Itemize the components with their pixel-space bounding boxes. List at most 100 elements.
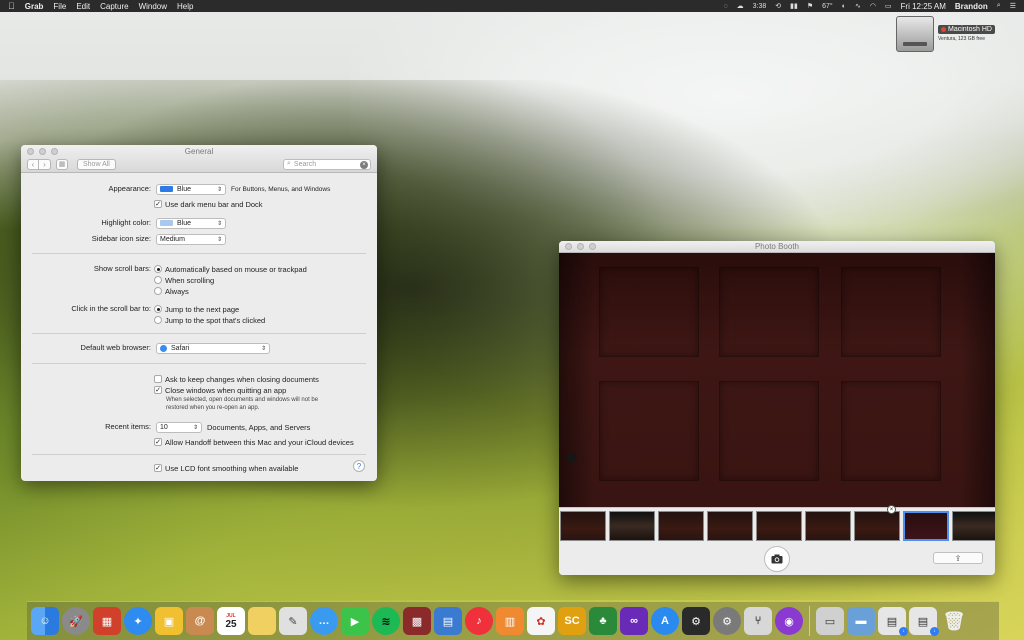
- textedit-icon[interactable]: ✎: [279, 607, 307, 635]
- click-spot-radio[interactable]: [154, 316, 162, 324]
- desktop-disk[interactable]: Macintosh HD Ventura, 123 GB free: [896, 16, 1018, 56]
- messages-icon[interactable]: …: [310, 607, 338, 635]
- menu-edit[interactable]: Edit: [76, 2, 90, 11]
- facetime-icon[interactable]: ▶: [341, 607, 369, 635]
- lcd-row[interactable]: ✓ Use LCD font smoothing when available: [154, 462, 298, 474]
- appearance-popup[interactable]: Blue ⇕: [156, 183, 226, 195]
- photo-thumbnail[interactable]: [952, 511, 995, 541]
- clear-search-icon[interactable]: ×: [360, 160, 368, 169]
- wifi-icon[interactable]: ◠: [870, 2, 876, 10]
- click-spot-row[interactable]: Jump to the spot that's clicked: [154, 314, 265, 326]
- photo-thumbnail[interactable]: [560, 511, 606, 541]
- photo-thumbnail[interactable]: [707, 511, 753, 541]
- downloads-stack-icon[interactable]: ▤ ↓: [909, 607, 939, 636]
- spotify-icon[interactable]: ≋: [372, 607, 400, 635]
- titlebar: Photo Booth: [559, 241, 995, 253]
- status-cloud-icon[interactable]: ☁: [737, 2, 744, 10]
- scroll-when-radio[interactable]: [154, 276, 162, 284]
- steam-icon[interactable]: ⚙: [682, 607, 710, 635]
- forward-button[interactable]: ›: [39, 158, 51, 170]
- back-button[interactable]: ‹: [27, 158, 39, 170]
- evernote-icon[interactable]: ♣: [589, 607, 617, 635]
- calendar-icon[interactable]: JUL 25: [217, 607, 245, 635]
- photo-booth-icon[interactable]: ▩: [403, 607, 431, 635]
- preview-icon[interactable]: ▣: [155, 607, 183, 635]
- menu-capture[interactable]: Capture: [100, 2, 128, 11]
- delete-thumbnail-icon[interactable]: ×: [887, 505, 896, 514]
- search-input[interactable]: ⌕ Search ×: [283, 158, 371, 170]
- photo-thumbnail[interactable]: [756, 511, 802, 541]
- status-gauge-icon[interactable]: ◐: [842, 3, 846, 10]
- status-flag-icon[interactable]: ⚑: [807, 2, 813, 10]
- status-wave-icon[interactable]: ∿: [855, 2, 861, 10]
- take-photo-button[interactable]: [764, 546, 790, 572]
- general-preferences-window: General ‹ › ▦ Show All ⌕ Search × Appear…: [21, 145, 377, 481]
- scroll-when-label: When scrolling: [165, 275, 215, 285]
- battery-icon[interactable]: ▭: [885, 2, 892, 10]
- help-button[interactable]: ?: [353, 460, 365, 472]
- close-windows-row[interactable]: ✓ Close windows when quitting an app: [154, 384, 286, 396]
- menu-file[interactable]: File: [53, 2, 66, 11]
- trash-icon[interactable]: 🗑: [940, 607, 968, 635]
- scroll-always-row[interactable]: Always: [154, 285, 189, 297]
- close-windows-checkbox[interactable]: ✓: [154, 386, 162, 394]
- handoff-row[interactable]: ✓ Allow Handoff between this Mac and you…: [154, 436, 354, 448]
- menu-user[interactable]: Brandon: [955, 2, 988, 11]
- books-icon[interactable]: ▥: [496, 607, 524, 635]
- mission-control-icon[interactable]: ▦: [93, 607, 121, 635]
- photo-thumbnail-selected[interactable]: [903, 511, 949, 541]
- scroll-always-radio[interactable]: [154, 287, 162, 295]
- dark-menu-row[interactable]: ✓ Use dark menu bar and Dock: [154, 198, 263, 210]
- browser-popup[interactable]: Safari ⇕: [156, 342, 270, 354]
- photo-thumbnail[interactable]: [854, 511, 900, 541]
- menu-window[interactable]: Window: [139, 2, 167, 11]
- system-preferences-icon[interactable]: ⚙: [713, 607, 741, 635]
- menu-clock[interactable]: Fri 12:25 AM: [901, 2, 946, 11]
- menu-help[interactable]: Help: [177, 2, 193, 11]
- show-all-button[interactable]: Show All: [77, 158, 116, 170]
- notification-center-icon[interactable]: ☰: [1010, 2, 1016, 10]
- lcd-checkbox[interactable]: ✓: [154, 464, 162, 472]
- notes-icon[interactable]: [248, 607, 276, 635]
- apple-menu-icon[interactable]: : [8, 1, 15, 11]
- photo-thumbnail[interactable]: [805, 511, 851, 541]
- app-store-icon[interactable]: A: [651, 607, 679, 635]
- contacts-icon[interactable]: @: [186, 607, 214, 635]
- status-battery-time[interactable]: 3:38: [753, 3, 767, 10]
- door-knob: [567, 453, 577, 463]
- status-circle-icon[interactable]: ◌: [723, 3, 727, 10]
- dark-menu-checkbox[interactable]: ✓: [154, 200, 162, 208]
- handoff-checkbox[interactable]: ✓: [154, 438, 162, 446]
- ask-changes-checkbox[interactable]: [154, 375, 162, 383]
- status-bars-icon[interactable]: ▮▮: [790, 2, 798, 10]
- time-machine-icon[interactable]: ⟲: [775, 2, 781, 10]
- menu-app-name[interactable]: Grab: [25, 2, 44, 11]
- photo-thumbnail[interactable]: [609, 511, 655, 541]
- music-icon[interactable]: ♪: [465, 607, 493, 635]
- document-stack-icon[interactable]: ▤ ↓: [878, 607, 908, 636]
- safari-icon[interactable]: ✦: [124, 607, 152, 635]
- spotlight-icon[interactable]: ⌕: [997, 2, 1001, 10]
- preview-2-icon[interactable]: ▤: [434, 607, 462, 635]
- podcasts-icon[interactable]: ◉: [775, 607, 803, 635]
- close-windows-note: When selected, open documents and window…: [166, 396, 318, 412]
- applications-folder-icon[interactable]: ▬: [847, 607, 875, 635]
- recent-items-popup[interactable]: 10 ⇕: [156, 421, 202, 433]
- visual-studio-icon[interactable]: ∞: [620, 607, 648, 635]
- scroll-auto-radio[interactable]: [154, 265, 162, 273]
- fork-icon[interactable]: ⑂: [744, 607, 772, 635]
- photo-thumbnail[interactable]: [658, 511, 704, 541]
- status-temperature[interactable]: 67°: [822, 3, 833, 10]
- recent-items-value: 10: [160, 423, 168, 431]
- sidebar-size-popup[interactable]: Medium ⇕: [156, 233, 226, 245]
- photos-icon[interactable]: ✿: [527, 607, 555, 635]
- door-panel: [841, 381, 941, 481]
- share-button[interactable]: ⇪: [933, 552, 983, 564]
- highlight-popup[interactable]: Blue ⇕: [156, 217, 226, 229]
- sc-icon[interactable]: SC: [558, 607, 586, 635]
- click-next-radio[interactable]: [154, 305, 162, 313]
- finder-icon[interactable]: ☺: [31, 607, 59, 635]
- screenshot-document-icon[interactable]: ▭: [816, 607, 844, 635]
- launchpad-icon[interactable]: 🚀: [62, 607, 90, 635]
- grid-icon[interactable]: ▦: [56, 158, 68, 170]
